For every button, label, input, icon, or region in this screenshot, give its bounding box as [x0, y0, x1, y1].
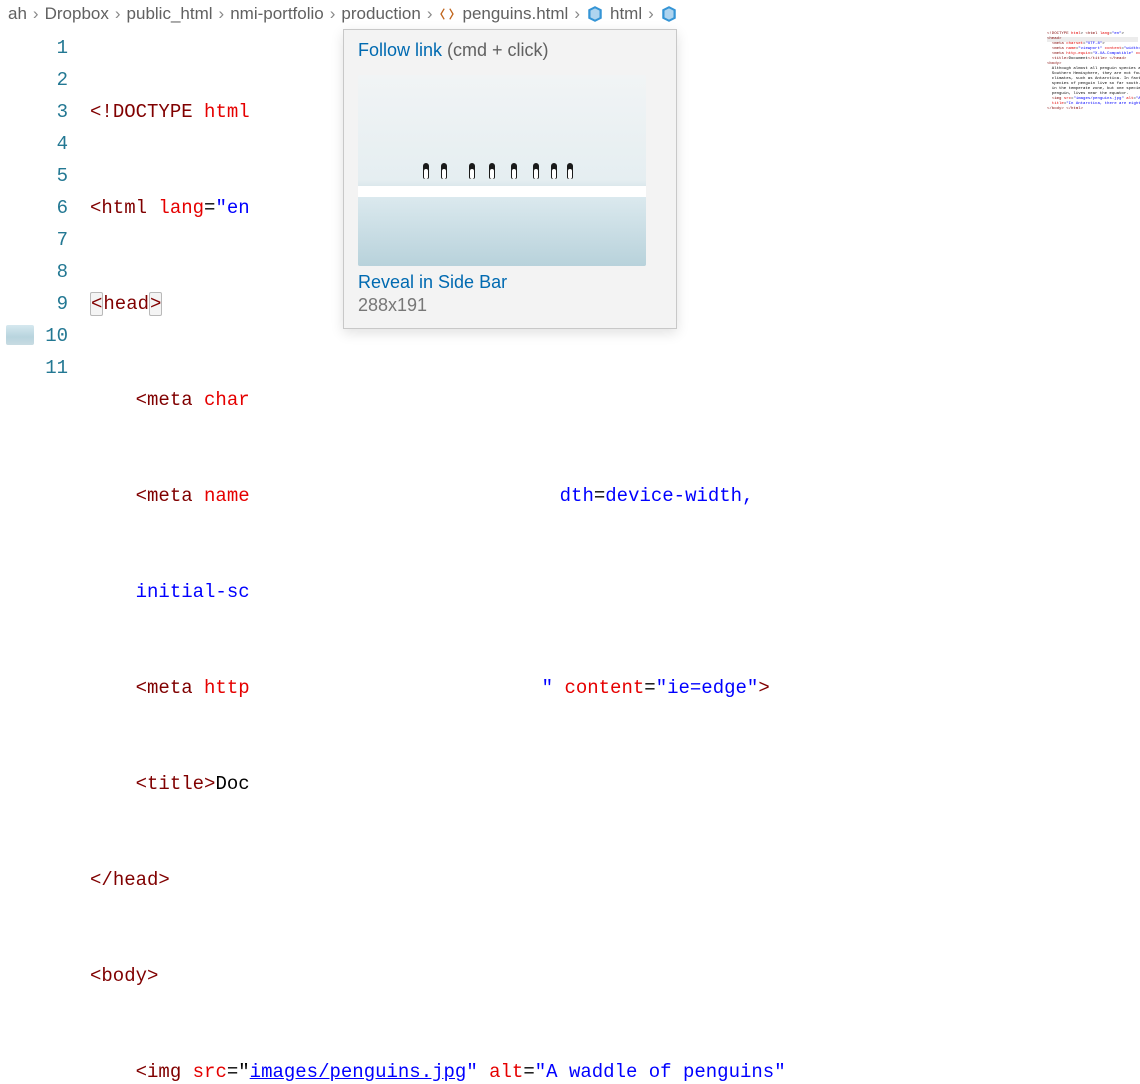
code-line[interactable]: <body>	[90, 960, 1140, 992]
penguin-icon	[486, 163, 498, 191]
image-preview	[358, 75, 646, 266]
hover-hint: (cmd + click)	[442, 40, 549, 60]
chevron-right-icon: ›	[33, 4, 39, 24]
line-number: 8	[0, 256, 68, 288]
line-number: 11	[0, 352, 68, 384]
breadcrumb-item[interactable]: html	[610, 4, 642, 24]
line-number: 3	[0, 96, 68, 128]
line-number-gutter: 1 2 3 4 5 6 7 8 9 10 11	[0, 28, 90, 1084]
line-number: 10	[0, 320, 68, 352]
chevron-right-icon: ›	[330, 4, 336, 24]
chevron-right-icon: ›	[574, 4, 580, 24]
chevron-right-icon: ›	[648, 4, 654, 24]
penguin-icon	[420, 163, 432, 191]
image-dimensions: 288x191	[358, 295, 427, 315]
code-file-icon	[438, 5, 456, 23]
breadcrumb-item[interactable]: penguins.html	[462, 4, 568, 24]
breadcrumb-item[interactable]: ah	[8, 4, 27, 24]
code-line[interactable]: <meta http" content="ie=edge">	[90, 672, 1140, 704]
penguin-icon	[508, 163, 520, 191]
breadcrumb-item[interactable]: nmi-portfolio	[230, 4, 324, 24]
penguin-icon	[466, 163, 478, 191]
symbol-icon	[660, 5, 678, 23]
line-number: 6	[0, 192, 68, 224]
line-number: 7	[0, 224, 68, 256]
penguin-icon	[530, 163, 542, 191]
line-number: 4	[0, 128, 68, 160]
image-src-link[interactable]: images/penguins.jpg	[250, 1061, 467, 1083]
line-number: 5	[0, 160, 68, 192]
code-line[interactable]: <img src="images/penguins.jpg" alt="A wa…	[90, 1056, 1140, 1084]
hover-footer: Reveal in Side Bar 288x191	[344, 272, 676, 328]
follow-link-action[interactable]: Follow link	[358, 40, 442, 60]
code-line[interactable]: initial-sc	[90, 576, 1140, 608]
breadcrumb: ah › Dropbox › public_html › nmi-portfol…	[0, 0, 1140, 28]
breadcrumb-item[interactable]: production	[341, 4, 420, 24]
breadcrumb-item[interactable]: Dropbox	[45, 4, 109, 24]
minimap[interactable]: <!DOCTYPE html> <html lang="en"> <head> …	[1045, 28, 1140, 538]
breadcrumb-item[interactable]: public_html	[127, 4, 213, 24]
code-line[interactable]: <title>Doc	[90, 768, 1140, 800]
symbol-icon	[586, 5, 604, 23]
penguin-icon	[438, 163, 450, 191]
code-line[interactable]: </head>	[90, 864, 1140, 896]
penguin-icon	[548, 163, 560, 191]
line-number: 2	[0, 64, 68, 96]
hover-header: Follow link (cmd + click)	[344, 30, 676, 71]
chevron-right-icon: ›	[115, 4, 121, 24]
code-line[interactable]: <meta char	[90, 384, 1140, 416]
gutter-image-thumb-icon	[6, 325, 34, 345]
chevron-right-icon: ›	[427, 4, 433, 24]
reveal-in-sidebar-action[interactable]: Reveal in Side Bar	[358, 272, 662, 293]
line-number: 1	[0, 32, 68, 64]
penguin-icon	[564, 163, 576, 191]
code-line[interactable]: <meta namedth=device-width,	[90, 480, 1140, 512]
hover-popup: Follow link (cmd + click) Reveal in Side…	[343, 29, 677, 329]
line-number: 9	[0, 288, 68, 320]
chevron-right-icon: ›	[219, 4, 225, 24]
